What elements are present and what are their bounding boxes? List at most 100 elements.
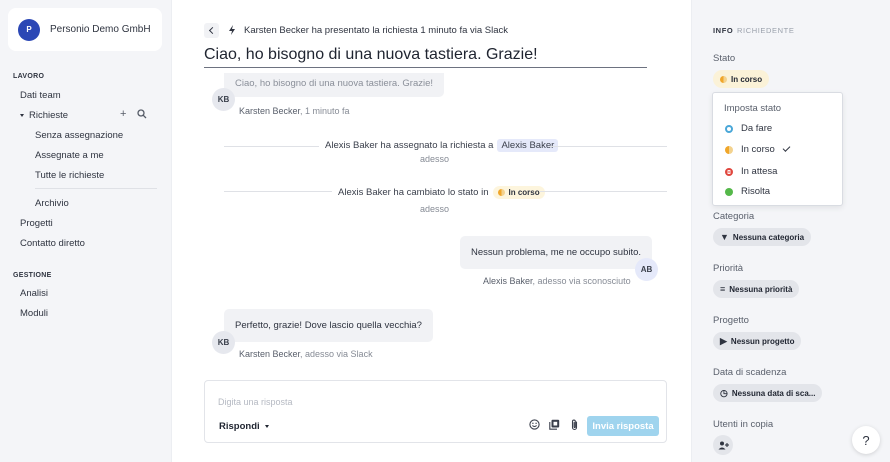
project-value: Nessun progetto [730,336,795,346]
message-bubble: Perfetto, grazie! Dove lascio quella vec… [224,309,433,342]
status-select[interactable]: In corso [713,70,770,88]
sidebar-item-archive[interactable]: Archivio [35,198,69,209]
sidebar-item-all-requests[interactable]: Tutte le richieste [35,170,104,181]
project-tag-icon: ▶ [720,335,727,346]
chevron-left-icon [208,26,217,35]
category-select[interactable]: ▼ Nessuna categoria [713,228,812,246]
search-icon[interactable] [137,109,147,122]
event-divider [224,191,332,192]
due-date-value: Nessuna data di sca... [731,388,816,398]
in-progress-icon [720,75,727,83]
title-divider [204,67,647,68]
org-switcher[interactable]: P Personio Demo GmbH [8,8,162,51]
event-divider [224,146,319,147]
reply-mode-dropdown[interactable]: Rispondi [219,421,269,432]
project-select[interactable]: ▶ Nessun progetto [713,332,802,350]
plus-icon[interactable]: + [120,108,126,120]
status-option-todo[interactable]: Da fare [725,123,772,134]
category-value: Nessuna categoria [732,232,805,242]
request-info-panel: INFO RICHIEDENTE Stato In corso Imposta … [691,0,890,462]
message-author: Karsten Becker [239,349,301,359]
status-option-label: Da fare [741,123,773,134]
message-time: , adesso via sconosciuto [532,276,631,286]
section-work-heading: LAVORO [13,73,45,80]
attachment-icon[interactable] [570,419,579,434]
event-assigned: Alexis Baker ha assegnato la richiesta a… [325,139,559,152]
reply-mode-label: Rispondi [219,421,260,432]
in-progress-icon [725,145,733,154]
sidebar-item-modules[interactable]: Moduli [20,308,48,319]
status-option-resolved[interactable]: Risolta [725,186,770,197]
request-detail: Karsten Becker ha presentato la richiest… [172,0,691,462]
status-option-label: Risolta [741,186,771,197]
message-bubble: Nessun problema, me ne occupo subito. [460,236,653,269]
event-status-changed: Alexis Baker ha cambiato lo stato in In … [338,186,545,199]
sidebar-item-requests-label: Richieste [29,110,69,121]
tab-requester[interactable]: RICHIEDENTE [737,26,794,35]
avatar: AB [635,258,658,281]
status-badge: In corso [492,186,545,199]
due-date-label: Data di scadenza [713,367,787,378]
avatar: KB [212,331,235,354]
priority-label: Priorità [713,263,744,274]
page-title: Ciao, ho bisogno di una nuova tastiera. … [204,46,538,63]
message-author: Alexis Baker [483,276,533,286]
sidebar-item-projects[interactable]: Progetti [20,218,53,229]
status-select-value: In corso [731,74,763,84]
message-bubble: Ciao, ho bisogno di una nuova tastiera. … [224,73,445,97]
dropdown-title: Imposta stato [724,103,782,114]
bell-icon: ▼ [720,232,729,242]
sidebar-item-assigned-to-me[interactable]: Assegnate a me [35,150,104,161]
status-label: Stato [713,53,736,64]
chevron-down-icon [20,113,24,117]
event-time: adesso [420,204,450,214]
waiting-status-icon [725,167,733,176]
message-meta: Karsten Becker, 1 minuto fa [239,106,350,116]
todo-status-icon [725,124,733,133]
message-meta: Karsten Becker, adesso via Slack [239,349,373,359]
sidebar-item-direct-contact[interactable]: Contatto diretto [20,238,85,249]
sidebar-item-unassigned[interactable]: Senza assegnazione [35,130,123,141]
message-time: , adesso via Slack [300,349,373,359]
status-badge-label: In corso [508,188,540,197]
org-name: Personio Demo GmbH [50,24,151,35]
event-divider [540,191,667,192]
reply-composer: Rispondi Invia risposta [204,380,667,443]
status-option-label: In corso [741,144,775,155]
status-option-in-progress[interactable]: In corso [725,144,791,155]
section-management-heading: GESTIONE [13,272,52,279]
priority-lines-icon: ≡ [720,284,726,294]
event-text: Alexis Baker ha assegnato la richiesta a [325,140,494,151]
sidebar-item-team-data[interactable]: Dati team [20,90,61,101]
sidebar-item-requests[interactable]: Richieste [20,110,68,121]
message-text: Perfetto, grazie! Dove lascio quella vec… [235,320,422,331]
tab-info[interactable]: INFO [713,26,733,35]
message-time: , 1 minuto fa [300,106,350,116]
request-origin-line: Karsten Becker ha presentato la richiest… [244,25,509,36]
help-button[interactable]: ? [852,426,880,454]
template-icon[interactable] [549,419,560,433]
project-label: Progetto [713,315,749,326]
priority-value: Nessuna priorità [729,284,793,294]
send-reply-button[interactable]: Invia risposta [587,416,659,436]
resolved-status-icon [725,187,733,196]
status-option-waiting[interactable]: In attesa [725,166,777,177]
sidebar-item-analytics[interactable]: Analisi [20,288,48,299]
priority-select[interactable]: ≡ Nessuna priorità [713,280,800,298]
due-date-select[interactable]: ◷ Nessuna data di sca... [713,384,823,402]
message-meta: Alexis Baker, adesso via sconosciuto [483,276,631,286]
back-button[interactable] [204,23,219,38]
cc-users-label: Utenti in copia [713,419,774,430]
status-option-label: In attesa [741,166,778,177]
org-avatar: P [18,18,40,41]
emoji-icon[interactable] [529,419,540,433]
message-text: Ciao, ho bisogno di una nuova tastiera. … [235,78,434,89]
checkmark-icon [782,144,791,152]
message-author: Karsten Becker [239,106,301,116]
status-dropdown: Imposta stato Da fare In corso In attesa… [712,92,843,206]
slack-source-icon [228,25,236,37]
add-user-button[interactable] [713,435,733,455]
event-time: adesso [420,154,450,164]
category-label: Categoria [713,211,755,222]
reply-input[interactable] [218,397,518,407]
